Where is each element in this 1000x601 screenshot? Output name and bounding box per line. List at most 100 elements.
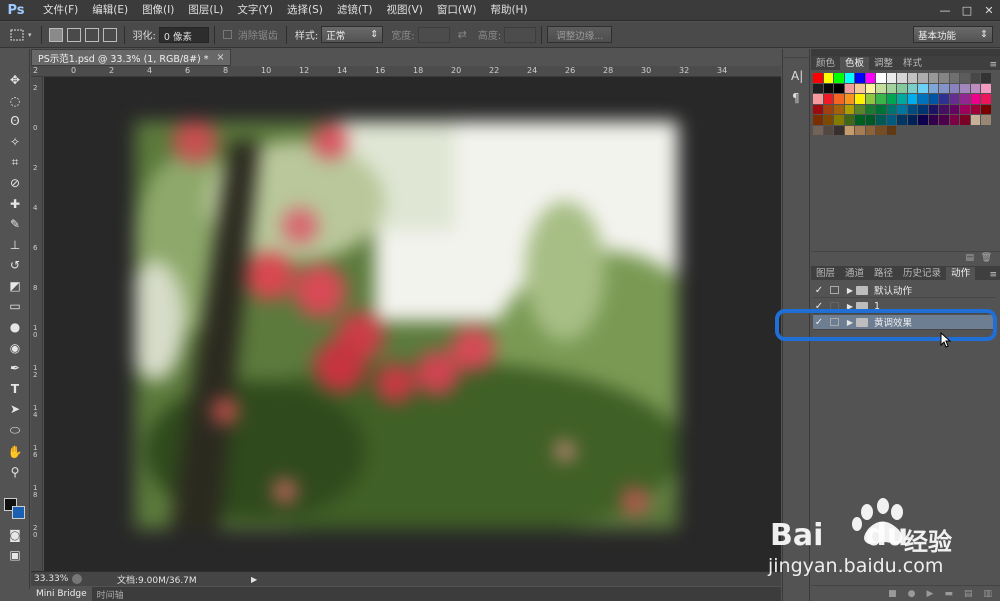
color-swatch[interactable] (939, 115, 949, 125)
add-selection-icon[interactable] (66, 27, 81, 42)
menu-item[interactable]: 文字(Y) (230, 0, 280, 21)
healing-brush-icon[interactable]: ✚ (5, 195, 25, 213)
color-swatch[interactable] (928, 94, 938, 104)
color-swatch[interactable] (970, 104, 980, 114)
color-swatch[interactable] (844, 73, 854, 83)
hand-tool-icon[interactable]: ✋ (5, 443, 25, 461)
color-swatch[interactable] (834, 125, 844, 135)
color-swatch[interactable] (823, 104, 833, 114)
document-tab[interactable]: PS示范1.psd @ 33.3% (1, RGB/8#) * × (31, 49, 231, 66)
color-swatch[interactable] (949, 115, 959, 125)
color-swatch[interactable] (865, 73, 875, 83)
tab-adjustments[interactable]: 调整 (869, 57, 898, 70)
color-swatch[interactable] (834, 83, 844, 93)
color-swatch[interactable] (960, 73, 970, 83)
color-swatch[interactable] (949, 104, 959, 114)
color-swatch[interactable] (970, 73, 980, 83)
color-swatch[interactable] (823, 73, 833, 83)
tab-layers[interactable]: 图层 (811, 267, 840, 280)
style-select[interactable]: 正常 ⇕ (321, 26, 384, 43)
screen-mode-icon[interactable]: ▣ (5, 546, 25, 564)
color-swatch[interactable] (813, 94, 823, 104)
color-swatch[interactable] (949, 94, 959, 104)
color-swatch[interactable] (907, 104, 917, 114)
tab-timeline[interactable]: 时间轴 (92, 588, 129, 601)
background-color-swatch[interactable] (12, 506, 25, 519)
color-swatch[interactable] (918, 73, 928, 83)
color-swatch[interactable] (876, 83, 886, 93)
menu-item[interactable]: 窗口(W) (430, 0, 484, 21)
color-swatch[interactable] (918, 104, 928, 114)
color-swatch[interactable] (918, 94, 928, 104)
color-swatch[interactable] (907, 83, 917, 93)
quick-mask-icon[interactable]: ◙ (5, 526, 25, 544)
zoom-level[interactable]: 33.33% (34, 574, 72, 584)
blur-tool-icon[interactable]: ● (5, 318, 25, 336)
color-swatch[interactable] (949, 73, 959, 83)
color-swatch[interactable] (970, 94, 980, 104)
color-swatch[interactable] (876, 104, 886, 114)
color-swatch[interactable] (813, 115, 823, 125)
color-swatch[interactable] (844, 115, 854, 125)
color-swatch[interactable] (855, 104, 865, 114)
menu-item[interactable]: 文件(F) (36, 0, 85, 21)
panel-menu-icon[interactable]: ≡ (989, 60, 1000, 70)
dodge-tool-icon[interactable]: ◉ (5, 339, 25, 357)
color-swatch[interactable] (865, 83, 875, 93)
swap-dimensions-icon[interactable]: ⇄ (458, 28, 467, 41)
minimize-button[interactable]: — (934, 1, 956, 19)
color-swatch[interactable] (855, 115, 865, 125)
color-swatch[interactable] (886, 83, 896, 93)
clone-stamp-icon[interactable]: ⊥ (5, 236, 25, 254)
color-swatch[interactable] (897, 73, 907, 83)
gradient-icon[interactable]: ▭ (5, 297, 25, 315)
color-swatch[interactable] (897, 94, 907, 104)
menu-item[interactable]: 图层(L) (181, 0, 230, 21)
status-globe-icon[interactable] (72, 574, 82, 584)
menu-item[interactable]: 滤镜(T) (330, 0, 380, 21)
tab-paths[interactable]: 路径 (869, 267, 898, 280)
color-swatch[interactable] (897, 115, 907, 125)
workspace-select[interactable]: 基本功能 ⇕ (913, 26, 993, 43)
color-swatch[interactable] (981, 73, 991, 83)
paragraph-panel-icon[interactable]: ¶ (792, 91, 800, 105)
pen-tool-icon[interactable]: ✒ (5, 359, 25, 377)
color-swatch[interactable] (939, 104, 949, 114)
dock-grip[interactable] (783, 52, 809, 58)
color-swatch[interactable] (876, 125, 886, 135)
new-swatch-icon[interactable]: ▤ (965, 253, 974, 263)
height-input[interactable] (504, 26, 537, 43)
color-swatch[interactable] (855, 125, 865, 135)
menu-item[interactable]: 图像(I) (135, 0, 181, 21)
status-menu-arrow-icon[interactable]: ▶ (251, 575, 257, 584)
color-swatch[interactable] (834, 104, 844, 114)
checkmark-icon[interactable]: ✓ (813, 285, 825, 296)
action-set-row[interactable]: ✓ ▶ 默认动作 (813, 283, 996, 298)
color-swatch[interactable] (844, 104, 854, 114)
color-swatch[interactable] (928, 115, 938, 125)
color-swatch[interactable] (981, 83, 991, 93)
color-swatch[interactable] (823, 83, 833, 93)
color-swatch[interactable] (939, 73, 949, 83)
color-swatch[interactable] (813, 104, 823, 114)
color-swatch[interactable] (855, 83, 865, 93)
color-swatch[interactable] (970, 115, 980, 125)
color-swatch[interactable] (855, 73, 865, 83)
color-swatch[interactable] (876, 115, 886, 125)
color-swatch[interactable] (981, 104, 991, 114)
brush-icon[interactable]: ✎ (5, 215, 25, 233)
color-swatch[interactable] (981, 94, 991, 104)
document-image[interactable] (135, 121, 678, 529)
close-tab-icon[interactable]: × (217, 52, 225, 63)
close-button[interactable]: ✕ (978, 1, 1000, 19)
menu-item[interactable]: 选择(S) (280, 0, 330, 21)
panel-top-grip[interactable] (811, 49, 1000, 56)
tab-styles[interactable]: 样式 (898, 57, 927, 70)
color-swatch[interactable] (897, 83, 907, 93)
feather-input[interactable]: 0 像素 (158, 26, 209, 43)
lasso-icon[interactable]: ʘ (5, 112, 25, 130)
tab-channels[interactable]: 通道 (840, 267, 869, 280)
ellipse-shape-icon[interactable]: ⬭ (5, 421, 25, 439)
elliptical-marquee-icon[interactable]: ◌ (5, 92, 25, 110)
color-swatch[interactable] (844, 125, 854, 135)
